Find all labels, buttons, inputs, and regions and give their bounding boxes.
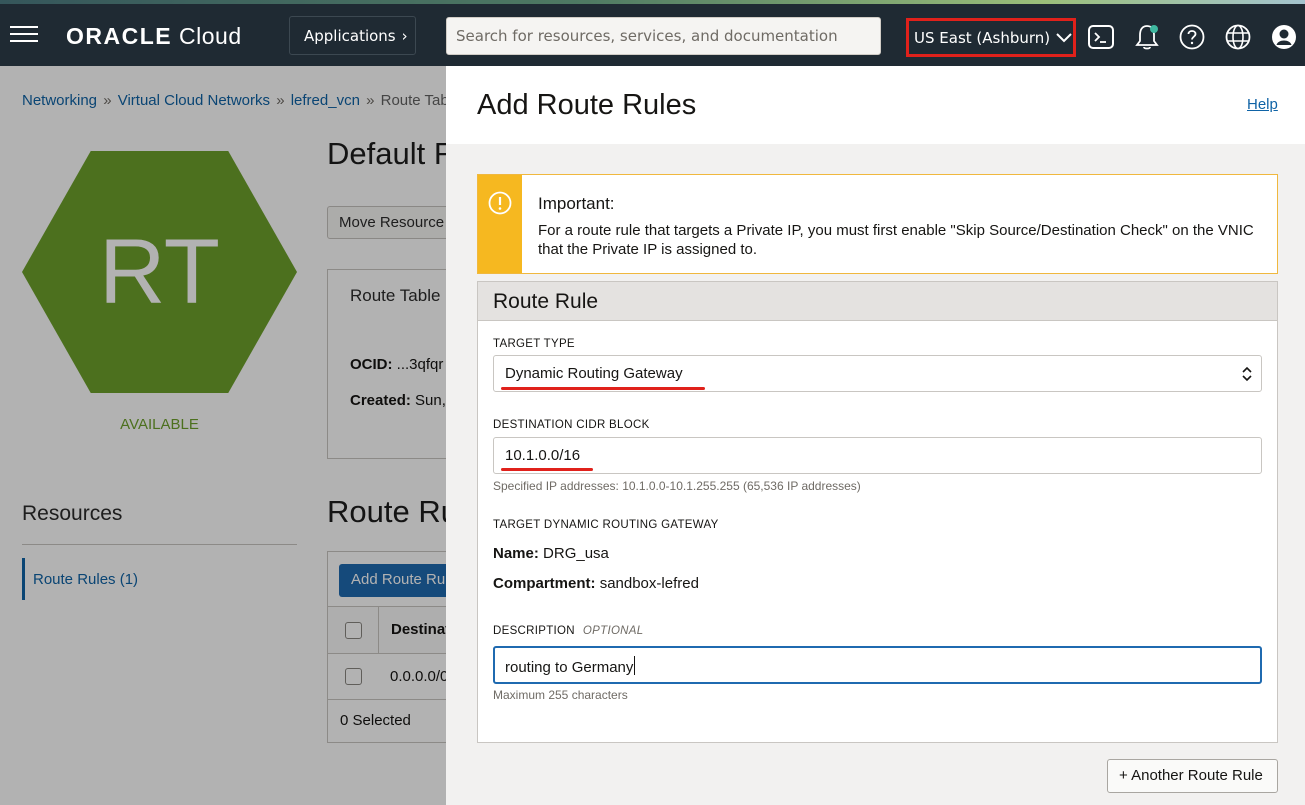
alert-title: Important: bbox=[538, 194, 615, 213]
compartment-value: sandbox-lefred bbox=[599, 575, 699, 592]
globe-icon[interactable] bbox=[1224, 23, 1252, 51]
cidr-hint: Specified IP addresses: 10.1.0.0-10.1.25… bbox=[493, 479, 861, 493]
warning-icon bbox=[488, 191, 512, 215]
bell-icon[interactable] bbox=[1133, 23, 1161, 51]
description-hint: Maximum 255 characters bbox=[493, 688, 628, 702]
target-drg-label: TARGET DYNAMIC ROUTING GATEWAY bbox=[493, 519, 719, 531]
top-navigation-bar: ORACLE Cloud Applications › US East (Ash… bbox=[0, 4, 1305, 66]
description-value: routing to Germany bbox=[505, 659, 634, 676]
target-type-label: TARGET TYPE bbox=[493, 338, 575, 350]
help-link[interactable]: Help bbox=[1247, 96, 1278, 113]
another-route-rule-button[interactable]: + Another Route Rule bbox=[1107, 759, 1278, 793]
destination-cidr-value: 10.1.0.0/16 bbox=[505, 447, 581, 464]
text-caret bbox=[634, 656, 636, 675]
user-icon[interactable] bbox=[1270, 23, 1298, 51]
destination-cidr-label: DESTINATION CIDR BLOCK bbox=[493, 419, 650, 431]
modal-backdrop[interactable] bbox=[0, 66, 446, 805]
route-rule-card: Route Rule TARGET TYPE Dynamic Routing G… bbox=[477, 281, 1278, 743]
search-input[interactable] bbox=[446, 17, 881, 55]
optional-tag: OPTIONAL bbox=[582, 625, 644, 637]
destination-cidr-input[interactable]: 10.1.0.0/16 bbox=[493, 437, 1262, 474]
panel-header: Add Route Rules Help bbox=[446, 66, 1305, 144]
compartment-label: Compartment: bbox=[493, 575, 596, 592]
annotation-underline bbox=[501, 468, 593, 471]
alert-text: For a route rule that targets a Private … bbox=[538, 222, 1254, 258]
description-label-text: DESCRIPTION bbox=[493, 625, 575, 637]
panel-body: Important: For a route rule that targets… bbox=[446, 144, 1305, 805]
help-icon[interactable] bbox=[1178, 23, 1206, 51]
region-selector[interactable]: US East (Ashburn) bbox=[906, 18, 1076, 57]
route-rule-heading: Route Rule bbox=[478, 282, 1277, 321]
chevron-right-icon: › bbox=[401, 26, 408, 45]
alert-bar bbox=[478, 175, 522, 273]
menu-icon[interactable] bbox=[10, 26, 38, 44]
description-label: DESCRIPTION OPTIONAL bbox=[493, 625, 643, 637]
chevron-down-icon bbox=[1056, 32, 1072, 42]
drg-compartment: Compartment: sandbox-lefred bbox=[493, 575, 699, 592]
region-label: US East (Ashburn) bbox=[914, 28, 1051, 47]
drg-name-label: Name: bbox=[493, 545, 539, 562]
drg-name: Name: DRG_usa bbox=[493, 545, 609, 562]
add-route-rules-panel: Add Route Rules Help Important: For a ro… bbox=[446, 66, 1305, 805]
applications-button[interactable]: Applications › bbox=[289, 16, 416, 55]
oracle-cloud-logo[interactable]: ORACLE Cloud bbox=[66, 23, 242, 50]
panel-title: Add Route Rules bbox=[477, 89, 697, 121]
annotation-underline bbox=[501, 387, 705, 390]
important-alert: Important: For a route rule that targets… bbox=[477, 174, 1278, 274]
drg-name-value: DRG_usa bbox=[543, 545, 609, 562]
select-arrows-icon bbox=[1242, 366, 1252, 382]
applications-label: Applications bbox=[304, 26, 396, 45]
cloud-shell-icon[interactable] bbox=[1087, 23, 1115, 51]
target-type-value: Dynamic Routing Gateway bbox=[505, 365, 683, 382]
description-input[interactable]: routing to Germany bbox=[493, 646, 1262, 684]
